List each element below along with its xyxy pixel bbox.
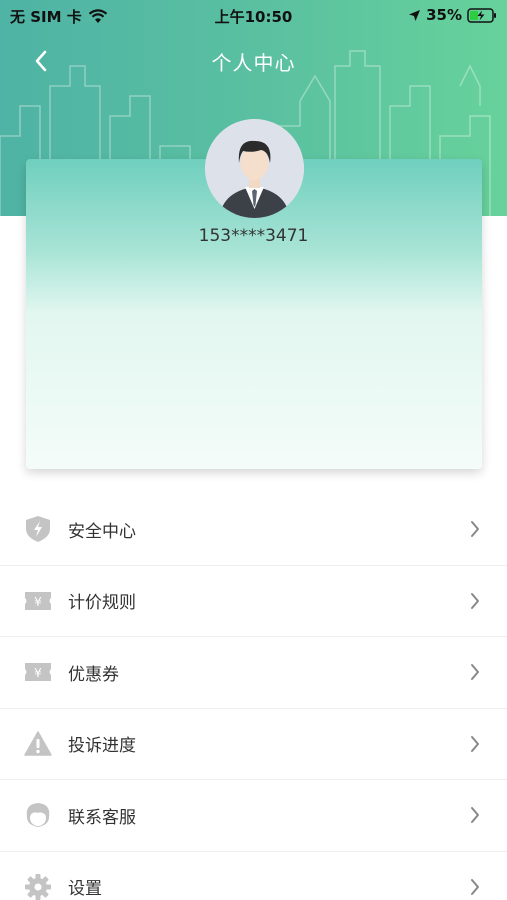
menu-item-label: 联系客服 xyxy=(68,807,136,828)
person-avatar-icon xyxy=(205,119,304,218)
chevron-right-icon xyxy=(471,664,479,681)
menu-item-label: 计价规则 xyxy=(68,593,136,614)
svg-text:¥: ¥ xyxy=(34,666,42,680)
menu-item-complaint-progress[interactable]: 投诉进度 xyxy=(0,709,507,780)
menu-item-security-center[interactable]: 安全中心 xyxy=(0,494,507,566)
svg-text:¥: ¥ xyxy=(34,595,42,609)
customer-service-icon xyxy=(24,801,52,829)
menu-item-label: 设置 xyxy=(68,879,102,900)
battery-charging-icon xyxy=(467,7,496,23)
user-phone-number: 153****3471 xyxy=(198,226,309,246)
menu-item-coupons[interactable]: ¥ 优惠券 xyxy=(0,637,507,709)
location-arrow-icon xyxy=(409,9,421,21)
page-title: 个人中心 xyxy=(211,51,296,75)
status-bar: 无 SIM 卡 上午10:50 35% xyxy=(0,0,507,32)
warning-icon xyxy=(24,730,52,758)
menu-item-pricing-rules[interactable]: ¥ 计价规则 xyxy=(0,566,507,637)
menu-item-label: 安全中心 xyxy=(68,521,136,542)
yen-ticket-icon: ¥ xyxy=(24,587,52,615)
chevron-right-icon xyxy=(471,735,479,752)
battery-percent: 35% xyxy=(426,6,462,24)
chevron-right-icon xyxy=(471,878,479,895)
chevron-right-icon xyxy=(471,592,479,609)
gear-icon xyxy=(24,873,52,900)
menu-list: 安全中心 ¥ 计价规则 ¥ 优惠券 投诉进度 联系客服 设置 xyxy=(0,494,507,900)
user-avatar[interactable] xyxy=(205,119,304,218)
chevron-right-icon xyxy=(471,521,479,538)
coupon-icon: ¥ xyxy=(24,658,52,686)
menu-item-customer-service[interactable]: 联系客服 xyxy=(0,780,507,852)
shield-icon xyxy=(24,515,52,543)
chevron-right-icon xyxy=(471,807,479,824)
menu-item-label: 投诉进度 xyxy=(68,736,136,757)
menu-item-label: 优惠券 xyxy=(68,664,119,685)
navigation-bar: 个人中心 xyxy=(0,38,507,82)
menu-item-settings[interactable]: 设置 xyxy=(0,852,507,900)
